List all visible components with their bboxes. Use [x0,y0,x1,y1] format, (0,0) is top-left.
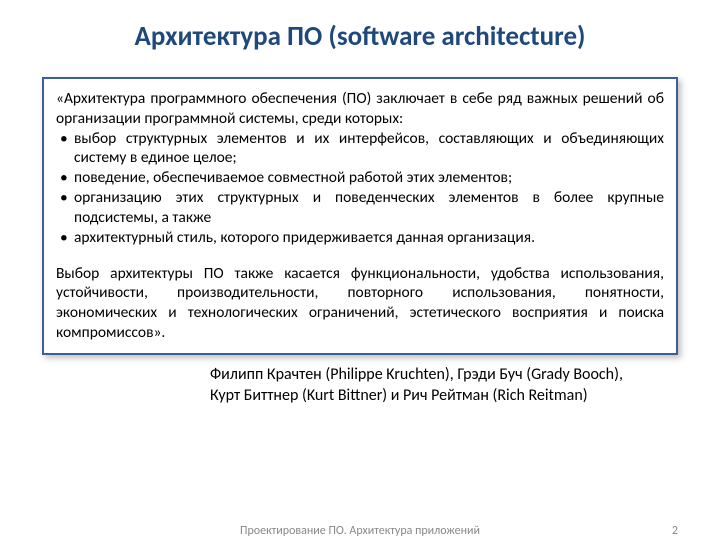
quote-bullet: выбор структурных элементов и их интерфе… [56,129,664,169]
attribution-line: Филипп Крачтен (Philippe Kruchten), Грэд… [210,365,660,386]
page-number: 2 [672,524,678,538]
attribution-line: Курт Биттнер (Kurt Bittner) и Рич Рейтма… [210,386,660,407]
quote-intro: «Архитектура программного обеспечения (П… [56,89,664,129]
quote-bullet: организацию этих структурных и поведенче… [56,188,664,228]
quote-bullet-list: выбор структурных элементов и их интерфе… [56,129,664,248]
quote-bullet: архитектурный стиль, которого придержива… [56,228,664,248]
quote-box: «Архитектура программного обеспечения (П… [42,77,678,355]
quote-bullet: поведение, обеспечиваемое совместной раб… [56,168,664,188]
slide-title: Архитектура ПО (software architecture) [0,0,720,67]
attribution: Филипп Крачтен (Philippe Kruchten), Грэд… [210,365,660,407]
quote-closing: Выбор архитектуры ПО также касается функ… [56,264,664,343]
footer-text: Проектирование ПО. Архитектура приложени… [0,524,720,538]
